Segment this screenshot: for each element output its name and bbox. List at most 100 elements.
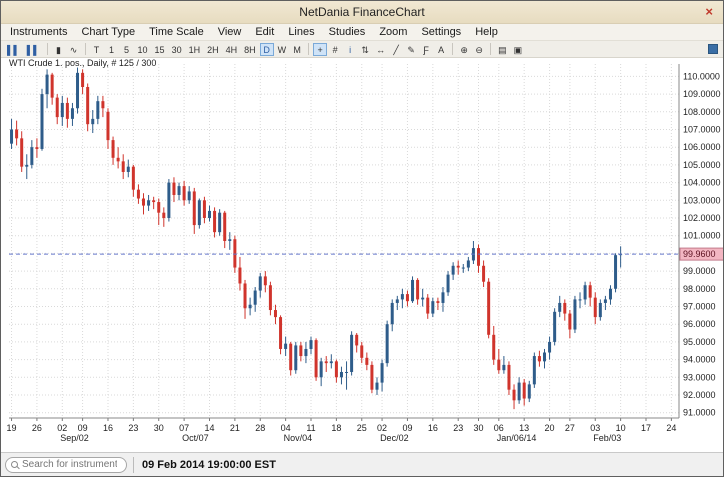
tf-15m-button[interactable]: 15 (152, 43, 168, 56)
search-box[interactable] (5, 457, 127, 473)
candle-body (381, 363, 384, 382)
menu-item-settings[interactable]: Settings (414, 25, 468, 39)
candlestick-type-button[interactable]: ▮ (52, 43, 66, 56)
current-price-label: 99.9600 (683, 249, 716, 259)
info-button[interactable]: i (343, 43, 357, 56)
candle-body (91, 119, 94, 124)
candle-body (167, 183, 170, 218)
candle-body (350, 335, 353, 372)
vertical-arrows-button[interactable]: ⇅ (358, 43, 372, 56)
candle-body (279, 317, 282, 349)
candle-body (553, 312, 556, 342)
tf-tick-button[interactable]: T (90, 43, 104, 56)
candle-body (411, 280, 414, 301)
x-axis-label: 27 (565, 423, 575, 433)
candle-body (193, 191, 196, 225)
timestamp: 09 Feb 2014 19:00:00 EST (136, 459, 282, 471)
tf-1m-button[interactable]: 1 (105, 43, 119, 56)
x-axis-label: 30 (154, 423, 164, 433)
crosshair-button[interactable]: + (313, 43, 327, 56)
x-axis-label: 23 (128, 423, 138, 433)
pause-left-button[interactable]: ▌▌ (4, 43, 23, 56)
tf-monthly-button[interactable]: M (290, 43, 304, 56)
candle-body (513, 390, 516, 401)
candle-body (375, 383, 378, 390)
pencil-button[interactable]: ✎ (404, 43, 418, 56)
candle-body (507, 365, 510, 390)
candle-body (568, 314, 571, 330)
candle-body (609, 289, 612, 300)
line-type-button[interactable]: ∿ (67, 43, 81, 56)
candle-body (188, 191, 191, 200)
toolbar-more-button[interactable] (708, 44, 718, 54)
menu-item-view[interactable]: View (211, 25, 249, 39)
tf-30m-button[interactable]: 30 (169, 43, 185, 56)
candle-body (218, 213, 221, 232)
candle-body (71, 108, 74, 119)
menu-item-help[interactable]: Help (468, 25, 505, 39)
x-axis-label: 18 (331, 423, 341, 433)
x-axis-label: 07 (179, 423, 189, 433)
zoom-in-button[interactable]: ⊕ (457, 43, 471, 56)
x-axis-month-label: Oct/07 (182, 433, 209, 443)
tf-4h-button[interactable]: 4H (223, 43, 241, 56)
menu-item-lines[interactable]: Lines (281, 25, 321, 39)
menu-item-zoom[interactable]: Zoom (372, 25, 414, 39)
menu-item-studies[interactable]: Studies (322, 25, 373, 39)
pause-right-button[interactable]: ▌▌ (24, 43, 43, 56)
candle-body (238, 268, 241, 284)
candle-body (467, 260, 470, 267)
candlestick-chart[interactable]: 110.0000109.0000108.0000107.0000106.0000… (1, 58, 724, 452)
x-axis-label: 10 (616, 423, 626, 433)
search-icon (11, 461, 18, 468)
candle-body (599, 303, 602, 317)
menu-item-instruments[interactable]: Instruments (3, 25, 74, 39)
candle-body (584, 285, 587, 299)
candle-body (431, 301, 434, 313)
candle-body (421, 298, 424, 300)
print-button[interactable]: ▤ (495, 43, 510, 56)
tf-8h-button[interactable]: 8H (241, 43, 259, 56)
x-axis-label: 25 (357, 423, 367, 433)
x-axis-label: 02 (377, 423, 387, 433)
tf-daily-button[interactable]: D (260, 43, 274, 56)
menu-item-edit[interactable]: Edit (248, 25, 281, 39)
candle-body (20, 138, 23, 166)
x-axis-label: 13 (519, 423, 529, 433)
x-axis-label: 21 (230, 423, 240, 433)
snapshot-button[interactable]: ▣ (511, 43, 526, 56)
x-axis-label: 11 (306, 423, 315, 433)
y-axis-label: 110.0000 (683, 71, 720, 81)
menu-item-time-scale[interactable]: Time Scale (142, 25, 211, 39)
y-axis-label: 91.0000 (683, 408, 716, 418)
candle-body (198, 200, 201, 225)
tf-2h-button[interactable]: 2H (204, 43, 222, 56)
candle-body (208, 211, 211, 218)
search-input[interactable] (22, 459, 117, 470)
candle-body (66, 103, 69, 119)
tf-weekly-button[interactable]: W (275, 43, 290, 56)
tf-10m-button[interactable]: 10 (135, 43, 151, 56)
horizontal-arrows-button[interactable]: ↔ (373, 43, 388, 56)
candle-body (604, 299, 607, 303)
close-button[interactable]: × (705, 4, 713, 20)
trendline-button[interactable]: ╱ (389, 43, 403, 56)
candle-body (56, 98, 59, 117)
candle-body (558, 303, 561, 312)
menu-item-chart-type[interactable]: Chart Type (74, 25, 142, 39)
fibonacci-button[interactable]: Ƒ (419, 43, 433, 56)
x-axis-label: 16 (428, 423, 438, 433)
candle-body (223, 213, 226, 241)
x-axis-label: 06 (494, 423, 504, 433)
grid-button[interactable]: # (328, 43, 342, 56)
tf-1h-button[interactable]: 1H (186, 43, 204, 56)
candle-body (386, 324, 389, 363)
candle-body (244, 283, 247, 308)
candle-body (543, 353, 546, 362)
tf-5m-button[interactable]: 5 (120, 43, 134, 56)
candle-body (147, 200, 150, 205)
y-axis-label: 96.0000 (683, 319, 716, 329)
candle-body (249, 305, 252, 309)
text-tool-button[interactable]: A (434, 43, 448, 56)
zoom-out-button[interactable]: ⊖ (472, 43, 486, 56)
